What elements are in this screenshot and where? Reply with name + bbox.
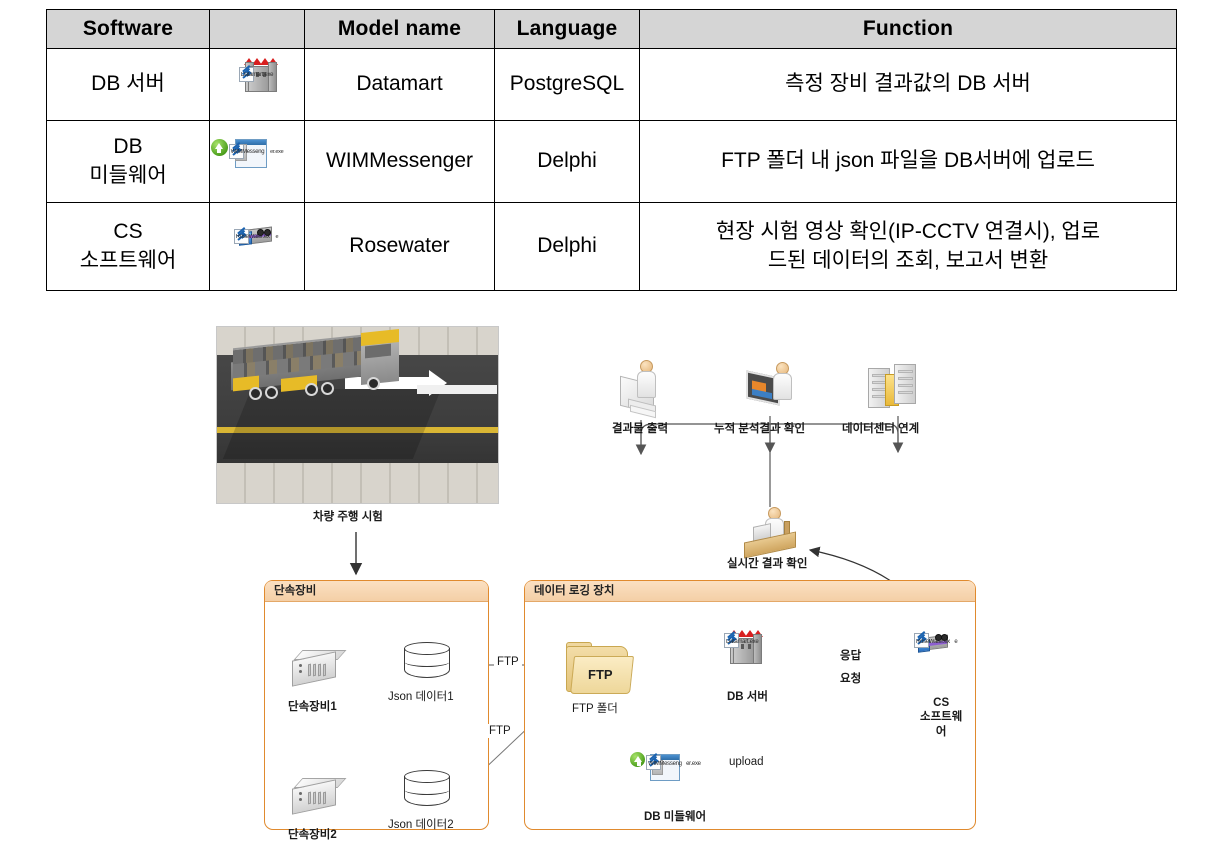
vehicle-test-label: 차량 주행 시험 <box>313 511 383 523</box>
column-header-language: Language <box>494 9 640 49</box>
desk-person-icon <box>744 507 800 559</box>
cell-software: DB 서버 <box>46 48 210 121</box>
icon-caption: Datamart.exe <box>726 639 759 645</box>
enforcement-equipment-group-title: 단속장비 <box>265 581 488 602</box>
rosewater-exe-icon: RoseWater.ex e <box>225 218 289 276</box>
db-server-label: DB 서버 <box>727 691 768 703</box>
datacenter-icon <box>868 360 928 418</box>
wimmessenger-exe-icon: WIMMesseng er.exe <box>210 133 289 191</box>
edge-label-ftp-bottom: FTP <box>486 724 514 739</box>
icon-caption: RoseWater.ex <box>235 233 270 240</box>
printer-person-icon <box>614 360 666 419</box>
edge-label-request: 요청 <box>836 672 866 687</box>
green-upload-arrow-icon <box>210 138 228 156</box>
cell-icon: RoseWater.ex e <box>209 202 305 291</box>
edge-label-upload: upload <box>727 755 766 770</box>
cell-function: FTP 폴더 내 json 파일을 DB서버에 업로드 <box>639 120 1177 203</box>
vehicle-test-photo <box>216 326 499 504</box>
cell-icon: Datamart.exe <box>209 48 305 121</box>
enforcement-device-1-label: 단속장비1 <box>288 701 337 713</box>
cell-function-line2: 드된 데이터의 조회, 보고서 변환 <box>767 248 1049 272</box>
icon-caption-line2: er.exe <box>686 761 701 767</box>
edge-label-response: 응답 <box>836 649 866 664</box>
monitor-person-icon <box>744 360 796 418</box>
cs-software-label: CS 소프트웨 어 <box>920 696 962 739</box>
json-data-2-label: Json 데이터2 <box>388 819 454 831</box>
table-row: DB 서버 Datamart.exe Datamart PostgreSQL 측… <box>46 48 1177 121</box>
test-truck-illustration <box>231 329 421 415</box>
column-header-icon-spacer <box>209 9 305 49</box>
top-icon-label-2: 데이터센터 연계 <box>842 423 920 435</box>
cs-software-label-line2: 소프트웨 <box>920 711 963 724</box>
top-icon-label-1: 누적 분석결과 확인 <box>714 423 806 435</box>
cell-function-line1: 현장 시험 영상 확인(IP-CCTV 연결시), 업로 <box>715 220 1101 244</box>
cell-language: PostgreSQL <box>494 48 640 121</box>
cell-model-name: Datamart <box>304 48 495 121</box>
db-server-diagram-icon: Datamart.exe <box>724 630 782 678</box>
top-icon-label-0: 결과물 출력 <box>612 423 669 435</box>
cell-language: Delphi <box>494 202 640 291</box>
ftp-folder-badge: FTP <box>588 667 613 682</box>
icon-caption: WIMMesseng <box>230 148 265 155</box>
icon-caption: RoseWater.ex <box>916 639 950 645</box>
cell-software-line2: 미들웨어 <box>89 163 167 187</box>
icon-caption: Datamart.exe <box>240 71 274 78</box>
operator-label: 실시간 결과 확인 <box>727 558 808 570</box>
cs-software-diagram-icon: RoseWater.ex e <box>914 630 972 678</box>
green-upload-arrow-icon <box>630 752 645 767</box>
enforcement-device-2-label: 단속장비2 <box>288 829 337 841</box>
datamart-exe-icon: Datamart.exe <box>225 56 289 114</box>
edge-label-ftp-top: FTP <box>494 655 522 670</box>
cell-model-name: Rosewater <box>304 202 495 291</box>
cell-software: CS 소프트웨어 <box>46 202 210 291</box>
cell-icon: WIMMesseng er.exe <box>209 120 305 203</box>
column-header-model-name: Model name <box>304 9 495 49</box>
cell-software-line1: CS <box>113 220 143 244</box>
column-header-function: Function <box>639 9 1177 49</box>
json-data-2-icon <box>404 770 450 812</box>
ftp-folder-label: FTP 폴더 <box>572 703 618 715</box>
json-data-1-icon <box>404 642 450 684</box>
db-middleware-diagram-icon: WIMMesseng er.exe <box>630 752 704 800</box>
db-middleware-label: DB 미들웨어 <box>644 811 707 823</box>
icon-caption-line2: e <box>954 639 958 645</box>
cell-function: 측정 장비 결과값의 DB 서버 <box>639 48 1177 121</box>
enforcement-device-2-icon <box>292 778 347 815</box>
software-spec-table-wrapper: Software Model name Language Function DB… <box>46 9 1177 291</box>
cell-software: DB 미들웨어 <box>46 120 210 203</box>
cell-model-name: WIMMessenger <box>304 120 495 203</box>
table-row: DB 미들웨어 WIMMesseng er.exe WIMMessenger D… <box>46 120 1177 203</box>
cs-software-label-line1: CS <box>933 697 950 709</box>
icon-caption-line2: er.exe <box>270 148 284 155</box>
enforcement-device-1-icon <box>292 650 347 687</box>
column-header-software: Software <box>46 9 210 49</box>
system-architecture-diagram: 차량 주행 시험 결과물 출력 누적 분석결과 확인 데이터센터 연계 실시간 … <box>0 312 1223 842</box>
json-data-1-label: Json 데이터1 <box>388 691 454 703</box>
cell-software-line1: DB <box>113 135 143 159</box>
data-logging-device-group-title: 데이터 로깅 장치 <box>525 581 975 602</box>
table-header-row: Software Model name Language Function <box>46 9 1177 49</box>
ftp-folder-icon: FTP <box>566 642 634 696</box>
icon-caption-line2: e <box>275 233 279 240</box>
icon-caption: WIMMesseng <box>648 761 682 767</box>
cs-software-label-line3: 어 <box>935 725 947 738</box>
software-spec-table: Software Model name Language Function DB… <box>46 9 1177 291</box>
cell-software-line2: 소프트웨어 <box>79 248 177 272</box>
cell-language: Delphi <box>494 120 640 203</box>
table-row: CS 소프트웨어 RoseWater.ex e Rosewater Delphi… <box>46 202 1177 291</box>
cell-function: 현장 시험 영상 확인(IP-CCTV 연결시), 업로 드된 데이터의 조회,… <box>639 202 1177 291</box>
